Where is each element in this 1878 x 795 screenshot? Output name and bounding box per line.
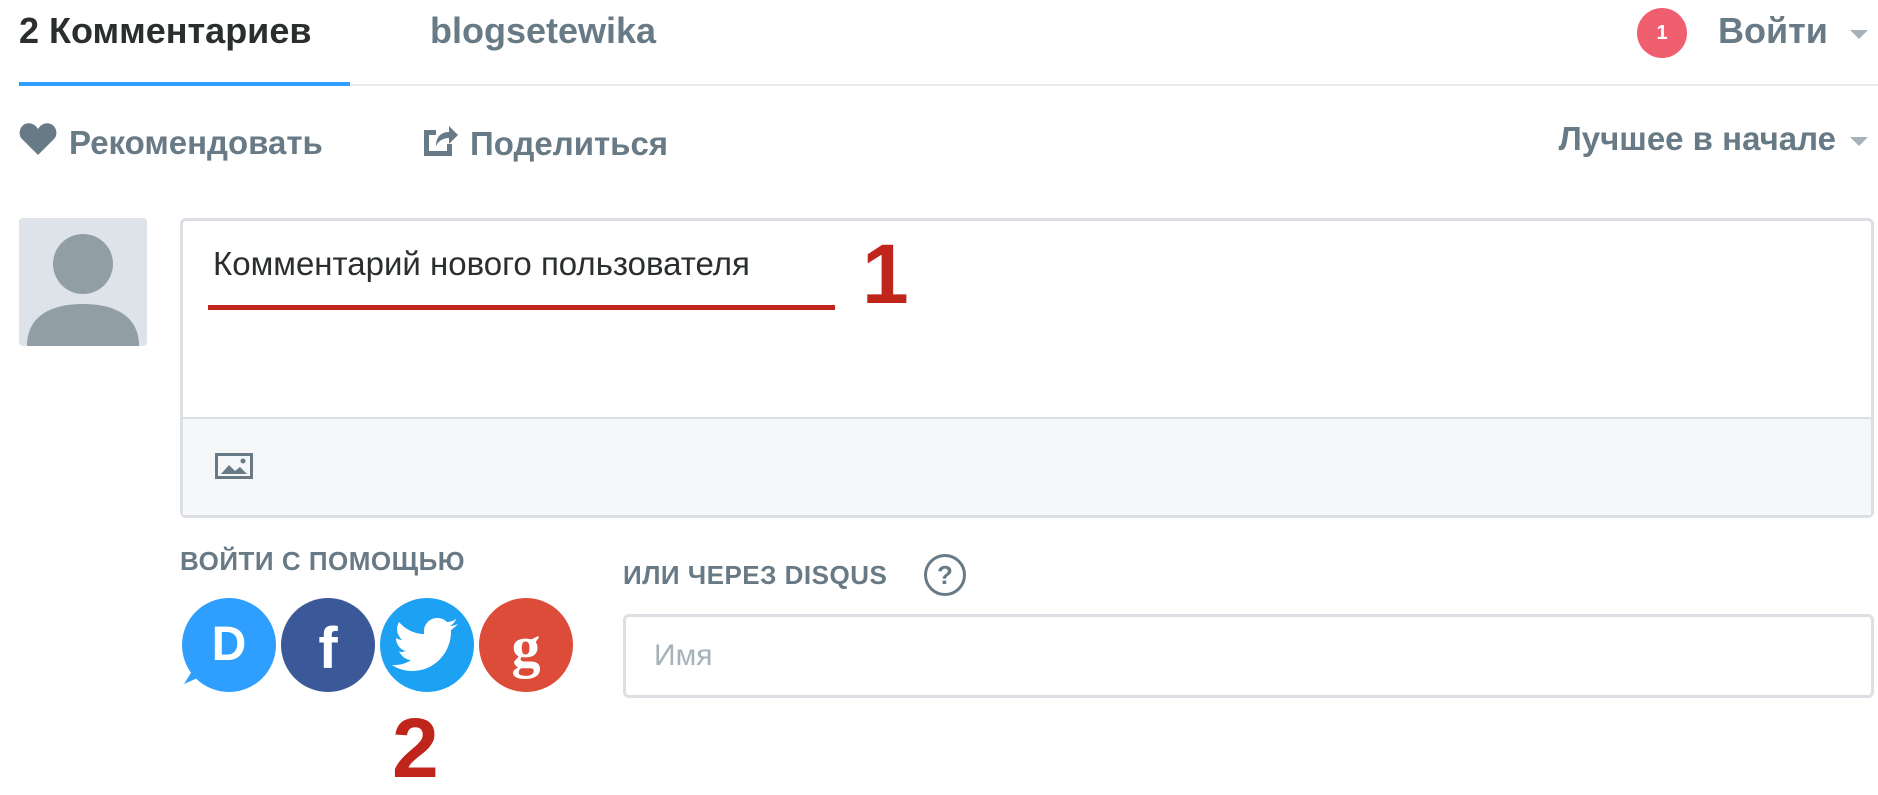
disqus-login-label: ИЛИ ЧЕРЕЗ DISQUS [623,560,888,590]
comment-editor[interactable]: Комментарий нового пользователя [180,218,1874,518]
login-chevron-down-icon[interactable] [1850,30,1868,39]
comment-text[interactable]: Комментарий нового пользователя [213,245,750,283]
google-icon: g [512,614,541,679]
share-button[interactable]: Поделиться [420,122,668,166]
disqus-icon: D [184,618,247,684]
share-icon [420,122,458,166]
avatar [19,218,147,346]
share-label: Поделиться [470,125,669,162]
tab-forum[interactable]: blogsetewika [430,10,656,52]
login-button[interactable]: Войти [1718,10,1828,52]
tab-comments[interactable]: 2 Комментариев [19,10,311,52]
recommend-label: Рекомендовать [69,124,323,161]
heart-icon [19,122,57,164]
svg-text:f: f [318,616,338,681]
annotation-marker-2: 2 [392,701,439,795]
facebook-icon: f [318,616,338,681]
sort-chevron-down-icon[interactable] [1850,137,1868,146]
help-icon[interactable]: ? [924,554,966,596]
disqus-login-button[interactable]: D [182,598,276,692]
twitter-icon [392,618,458,671]
notification-badge[interactable]: 1 [1637,8,1687,58]
annotation-marker-1: 1 [862,227,909,321]
twitter-login-button[interactable] [380,598,474,692]
recommend-button[interactable]: Рекомендовать [19,122,323,164]
sort-dropdown[interactable]: Лучшее в начале [1559,120,1836,158]
active-tab-indicator [19,82,350,86]
image-upload-icon[interactable] [215,453,253,484]
user-silhouette-icon [27,234,139,346]
facebook-login-button[interactable]: f [281,598,375,692]
annotation-underline [208,305,835,310]
svg-text:D: D [212,618,247,671]
svg-text:g: g [512,614,541,679]
editor-toolbar [183,417,1871,515]
google-login-button[interactable]: g [479,598,573,692]
name-field[interactable] [623,614,1874,698]
social-login-label: ВОЙТИ С ПОМОЩЬЮ [180,546,466,576]
